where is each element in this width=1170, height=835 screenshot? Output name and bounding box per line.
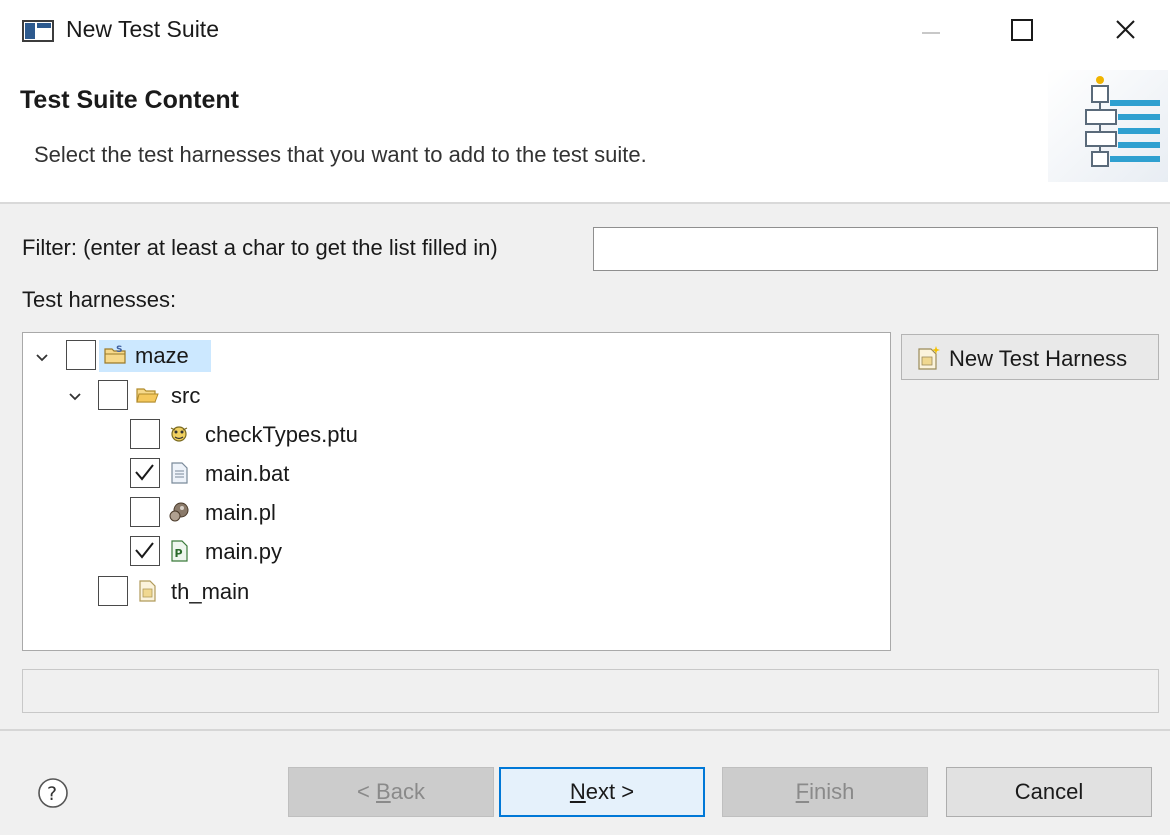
tree-row-label: main.bat bbox=[205, 461, 290, 486]
finish-label-suffix: inish bbox=[809, 779, 855, 804]
window-title: New Test Suite bbox=[66, 16, 219, 42]
tree-row-th-main[interactable]: th_main bbox=[23, 574, 883, 610]
tree-row-label: th_main bbox=[171, 579, 250, 604]
new-test-harness-button[interactable]: New Test Harness bbox=[901, 334, 1159, 380]
back-button[interactable]: < Back bbox=[288, 767, 494, 817]
tree-row-label: main.pl bbox=[205, 500, 276, 525]
python-file-icon: P bbox=[171, 540, 188, 562]
new-test-harness-label: New Test Harness bbox=[949, 346, 1128, 371]
finish-button[interactable]: Finish bbox=[722, 767, 928, 817]
back-label-prefix: < bbox=[357, 779, 377, 804]
page-description: Select the test harnesses that you want … bbox=[34, 142, 647, 167]
eclipse-window-icon bbox=[22, 20, 54, 42]
back-mnemonic: B bbox=[376, 779, 391, 804]
project-folder-icon: S bbox=[104, 345, 126, 364]
tree-row-main-pl[interactable]: main.pl bbox=[23, 495, 883, 531]
tree-row-main-bat[interactable]: main.bat bbox=[23, 456, 883, 492]
test-suite-banner-icon bbox=[1048, 70, 1168, 182]
checkbox-maze[interactable] bbox=[66, 340, 96, 370]
test-harness-tree[interactable]: S maze src checkTypes.ptu main.bat main.… bbox=[22, 332, 891, 651]
help-icon[interactable]: ? bbox=[36, 776, 70, 810]
tree-row-maze[interactable]: S maze bbox=[23, 337, 883, 373]
folder-icon bbox=[136, 388, 159, 403]
footer-divider bbox=[0, 729, 1170, 731]
chevron-down-icon[interactable] bbox=[34, 350, 50, 366]
chevron-down-icon[interactable] bbox=[67, 389, 83, 405]
tree-row-label: checkTypes.ptu bbox=[205, 422, 358, 447]
page-title: Test Suite Content bbox=[20, 86, 239, 114]
perl-file-icon bbox=[169, 502, 189, 522]
filter-input[interactable] bbox=[593, 227, 1158, 271]
checkbox-main-pl[interactable] bbox=[130, 497, 160, 527]
tree-row-label: src bbox=[171, 383, 201, 408]
next-mnemonic: N bbox=[569, 779, 586, 804]
bat-file-icon bbox=[171, 462, 188, 484]
minimize-icon[interactable] bbox=[896, 0, 966, 62]
title-bar: New Test Suite bbox=[0, 0, 1170, 62]
maximize-icon[interactable] bbox=[986, 0, 1056, 62]
cancel-label: Cancel bbox=[1014, 779, 1084, 804]
finish-mnemonic: F bbox=[795, 779, 810, 804]
tree-row-main-py[interactable]: P main.py bbox=[23, 534, 883, 570]
checkbox-checktypes-ptu[interactable] bbox=[130, 419, 160, 449]
checkmark-icon bbox=[135, 542, 154, 559]
wizard-banner: Test Suite Content Select the test harne… bbox=[0, 62, 1170, 204]
next-button[interactable]: Next > bbox=[499, 767, 705, 817]
checkbox-th-main[interactable] bbox=[98, 576, 128, 606]
svg-text:S: S bbox=[116, 345, 122, 355]
new-harness-icon bbox=[918, 346, 940, 370]
checkbox-main-py[interactable] bbox=[130, 536, 160, 566]
svg-text:P: P bbox=[175, 547, 183, 560]
status-area bbox=[22, 669, 1159, 713]
tree-row-checktypes-ptu[interactable]: checkTypes.ptu bbox=[23, 417, 883, 453]
ptu-file-icon bbox=[170, 426, 188, 442]
harness-file-icon bbox=[139, 580, 156, 602]
checkbox-src[interactable] bbox=[98, 380, 128, 410]
next-label-suffix: ext > bbox=[585, 779, 635, 804]
tree-row-src[interactable]: src bbox=[23, 377, 883, 413]
checkmark-icon bbox=[135, 464, 154, 481]
filter-label: Filter: (enter at least a char to get th… bbox=[22, 235, 498, 260]
checkbox-main-bat[interactable] bbox=[130, 458, 160, 488]
svg-text:?: ? bbox=[47, 783, 57, 805]
cancel-button[interactable]: Cancel bbox=[946, 767, 1152, 817]
tree-row-label: main.py bbox=[205, 539, 283, 564]
close-icon[interactable] bbox=[1090, 0, 1160, 62]
tree-row-label: maze bbox=[135, 343, 189, 368]
back-label-suffix: ack bbox=[390, 779, 425, 804]
test-harnesses-label: Test harnesses: bbox=[22, 287, 177, 312]
